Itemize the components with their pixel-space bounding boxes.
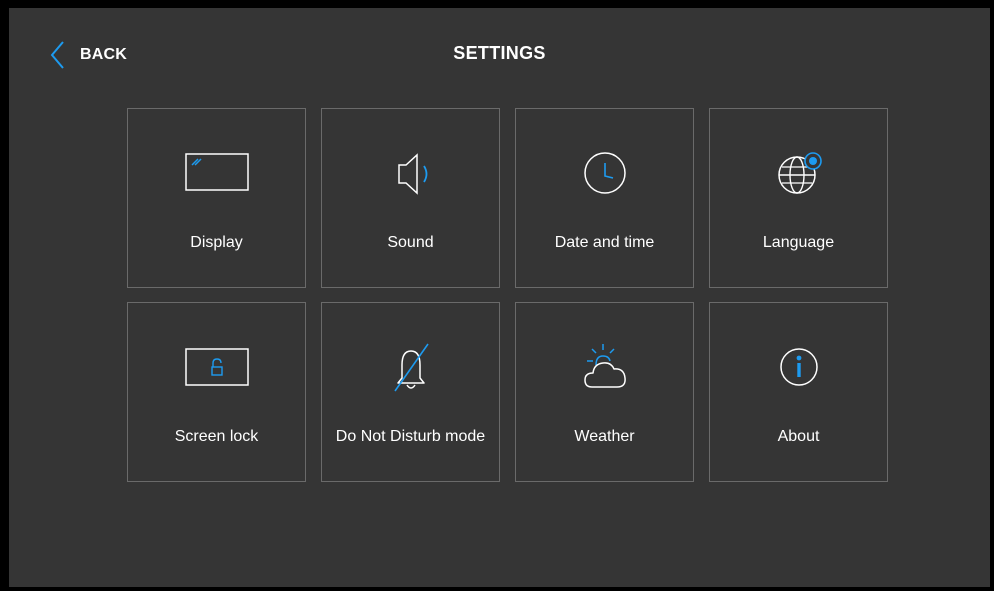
settings-screen: BACK SETTINGS Display Sound Date and tim… — [9, 8, 990, 587]
tile-label: Display — [190, 233, 243, 251]
speaker-icon — [397, 153, 427, 195]
tile-label: Language — [762, 233, 835, 251]
bell-muted-icon — [393, 343, 429, 392]
tile-weather[interactable]: Weather — [515, 302, 694, 482]
clock-icon — [583, 152, 626, 194]
tile-display[interactable]: Display — [127, 108, 306, 288]
tile-date-and-time[interactable]: Date and time — [515, 108, 694, 288]
globe-icon — [777, 152, 822, 194]
window-frame-bottom — [0, 587, 994, 591]
tile-do-not-disturb-mode[interactable]: Do Not Disturb mode — [321, 302, 500, 482]
window-frame-left — [0, 0, 9, 591]
weather-icon — [583, 344, 626, 388]
page-title: SETTINGS — [453, 43, 546, 63]
settings-grid: Display Sound Date and time Language Scr… — [127, 108, 888, 482]
tile-label: Sound — [387, 233, 434, 251]
tile-language[interactable]: Language — [709, 108, 888, 288]
tile-label: About — [777, 427, 820, 445]
tile-about[interactable]: About — [709, 302, 888, 482]
tile-sound[interactable]: Sound — [321, 108, 500, 288]
window-frame-right — [990, 0, 994, 591]
window-frame-top — [0, 0, 994, 8]
tile-label: Screen lock — [174, 427, 259, 445]
tile-label: Weather — [574, 427, 635, 445]
tile-screen-lock[interactable]: Screen lock — [127, 302, 306, 482]
info-icon — [779, 348, 818, 386]
tile-label: Do Not Disturb mode — [335, 427, 486, 445]
display-icon — [184, 153, 249, 191]
tile-label: Date and time — [554, 233, 655, 251]
screen-lock-icon — [184, 348, 249, 386]
